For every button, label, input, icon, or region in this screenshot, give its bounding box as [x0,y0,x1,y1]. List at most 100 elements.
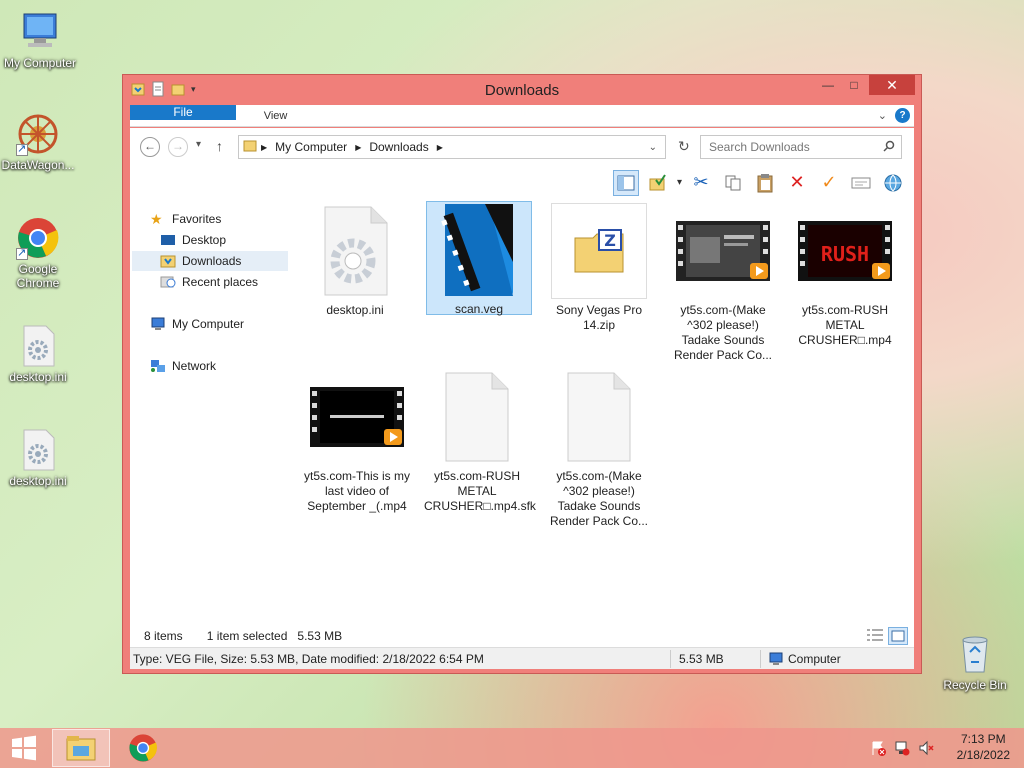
maximize-button[interactable]: □ [841,75,867,95]
navigation-pane: ★ Favorites Desktop Downloads Recent pla… [130,199,290,625]
computer-icon [18,10,62,54]
explorer-window: ▾ Downloads — □ ✕ File Home Share View ⌄… [122,74,922,674]
action-center-flag-icon[interactable] [870,740,886,759]
nav-my-computer[interactable]: My Computer [150,314,244,334]
nav-downloads[interactable]: Downloads [132,251,288,271]
chevron-right-icon: ▶ [261,142,268,152]
downloads-folder-icon [160,254,176,268]
file-item[interactable]: yt5s.com-(Make ^302 please!) Tadake Soun… [546,369,652,529]
desktop-icon-datawagon[interactable]: DataWagon... [0,112,78,172]
chrome-icon [129,734,157,762]
video-thumbnail-icon [675,203,771,299]
preview-pane-icon[interactable] [612,169,639,196]
file-item[interactable]: yt5s.com-RUSH METAL CRUSHER□.mp4.sfk [424,369,536,514]
delete-icon[interactable]: ✕ [784,170,810,196]
divider [670,650,671,668]
svg-text:RUSH: RUSH [821,242,869,266]
blank-file-icon [551,369,647,465]
file-item[interactable]: Z Sony Vegas Pro 14.zip [546,203,652,333]
svg-text:Z: Z [604,231,616,250]
file-name: desktop.ini [326,303,384,317]
file-details: Type: VEG File, Size: 5.53 MB, Date modi… [133,652,484,666]
file-item[interactable]: RUSH yt5s.com-RUSH METAL CRUSHER□.mp4 [792,203,898,348]
nav-network[interactable]: Network [150,356,216,376]
star-icon: ★ [150,211,163,227]
taskbar: 7:13 PM 2/18/2022 [0,728,1024,768]
close-button[interactable]: ✕ [869,75,915,95]
up-arrow-icon[interactable]: ↑ [216,138,223,154]
file-item[interactable]: yt5s.com-(Make ^302 please!) Tadake Soun… [670,203,776,363]
file-item[interactable]: yt5s.com-This is my last video of Septem… [304,369,410,514]
details-view-icon[interactable] [866,627,884,646]
cut-icon[interactable]: ✂ [688,170,714,196]
recycle-bin-icon [953,632,997,676]
desktop-icon-recycle-bin[interactable]: Recycle Bin [935,632,1015,692]
taskbar-chrome-button[interactable] [114,729,172,767]
network-icon[interactable] [894,740,910,759]
settings-file-icon [16,428,60,472]
start-button[interactable] [0,728,48,768]
help-icon[interactable]: ? [895,108,910,123]
selection-count: 1 item selected [206,629,288,643]
search-input[interactable]: Search Downloads [700,135,902,159]
expand-ribbon-icon[interactable]: ⌄ [878,109,887,122]
breadcrumb-my-computer[interactable]: My Computer [275,140,347,154]
nav-desktop[interactable]: Desktop [160,230,226,250]
desktop-icon-label: Google Chrome [16,262,60,290]
address-bar[interactable]: ▶ My Computer ▶ Downloads ▶ ⌄ [238,135,666,159]
properties-icon[interactable] [848,170,874,196]
desktop-icon-my-computer[interactable]: My Computer [0,10,80,70]
tab-file[interactable]: File [130,105,236,120]
desktop-icon-desktop-ini-2[interactable]: desktop.ini [0,428,78,488]
address-row: ← → ▾ ↑ ▶ My Computer ▶ Downloads ▶ ⌄ ↻ … [130,128,914,166]
file-name: scan.veg [454,302,504,316]
nav-recent-places[interactable]: Recent places [160,272,258,292]
file-name: yt5s.com-RUSH METAL CRUSHER□.mp4 [798,303,892,347]
globe-icon[interactable] [880,170,906,196]
forward-button[interactable]: → [168,137,188,157]
minimize-button[interactable]: — [815,75,841,95]
zip-archive-icon: Z [551,203,647,299]
chevron-right-icon[interactable]: ▶ [437,143,443,152]
address-dropdown-icon[interactable]: ⌄ [649,142,657,153]
windows-logo-icon [12,735,36,761]
refresh-icon[interactable]: ↻ [678,138,690,155]
paste-icon[interactable] [752,170,778,196]
video-thumbnail-icon: RUSH [797,203,893,299]
copy-icon[interactable] [720,170,746,196]
volume-muted-icon[interactable] [918,740,934,759]
breadcrumb-downloads[interactable]: Downloads [369,140,428,154]
chevron-down-icon[interactable]: ▾ [677,177,682,188]
network-icon [150,359,166,373]
shortcut-icon [16,142,28,156]
chevron-right-icon[interactable]: ▶ [355,143,361,152]
large-icons-view-icon[interactable] [888,627,908,645]
title-bar[interactable]: ▾ Downloads — □ ✕ [123,75,921,105]
clock[interactable]: 7:13 PM 2/18/2022 [957,731,1010,763]
file-size: 5.53 MB [679,652,724,666]
shortcut-icon [16,246,28,260]
rename-icon[interactable]: ✓ [816,170,842,196]
computer-icon [768,652,784,669]
item-count: 8 items [144,629,183,643]
recent-places-icon [160,275,176,289]
search-placeholder: Search Downloads [709,140,810,154]
ribbon-tabs: File Home Share View ⌄ ? [130,105,914,127]
tab-view[interactable]: View [249,105,303,126]
blank-file-icon [429,369,525,465]
computer-icon [150,317,166,331]
recent-locations-icon[interactable]: ▾ [196,139,201,150]
back-button[interactable]: ← [140,137,160,157]
desktop-icon-chrome[interactable]: Google Chrome [0,216,78,290]
file-item-selected[interactable]: scan.veg [426,201,532,316]
file-name: yt5s.com-(Make ^302 please!) Tadake Soun… [673,303,773,362]
taskbar-explorer-button[interactable] [52,729,110,767]
window-title: Downloads [484,82,560,99]
desktop-icon-desktop-ini[interactable]: desktop.ini [0,324,78,384]
desktop-icon-label: My Computer [3,56,77,70]
nav-favorites[interactable]: ★ Favorites [150,209,221,229]
file-item[interactable]: desktop.ini [302,203,408,318]
search-icon[interactable] [883,140,895,155]
desktop-icon-label: desktop.ini [9,370,67,384]
checkmark-folder-icon[interactable] [645,170,671,196]
